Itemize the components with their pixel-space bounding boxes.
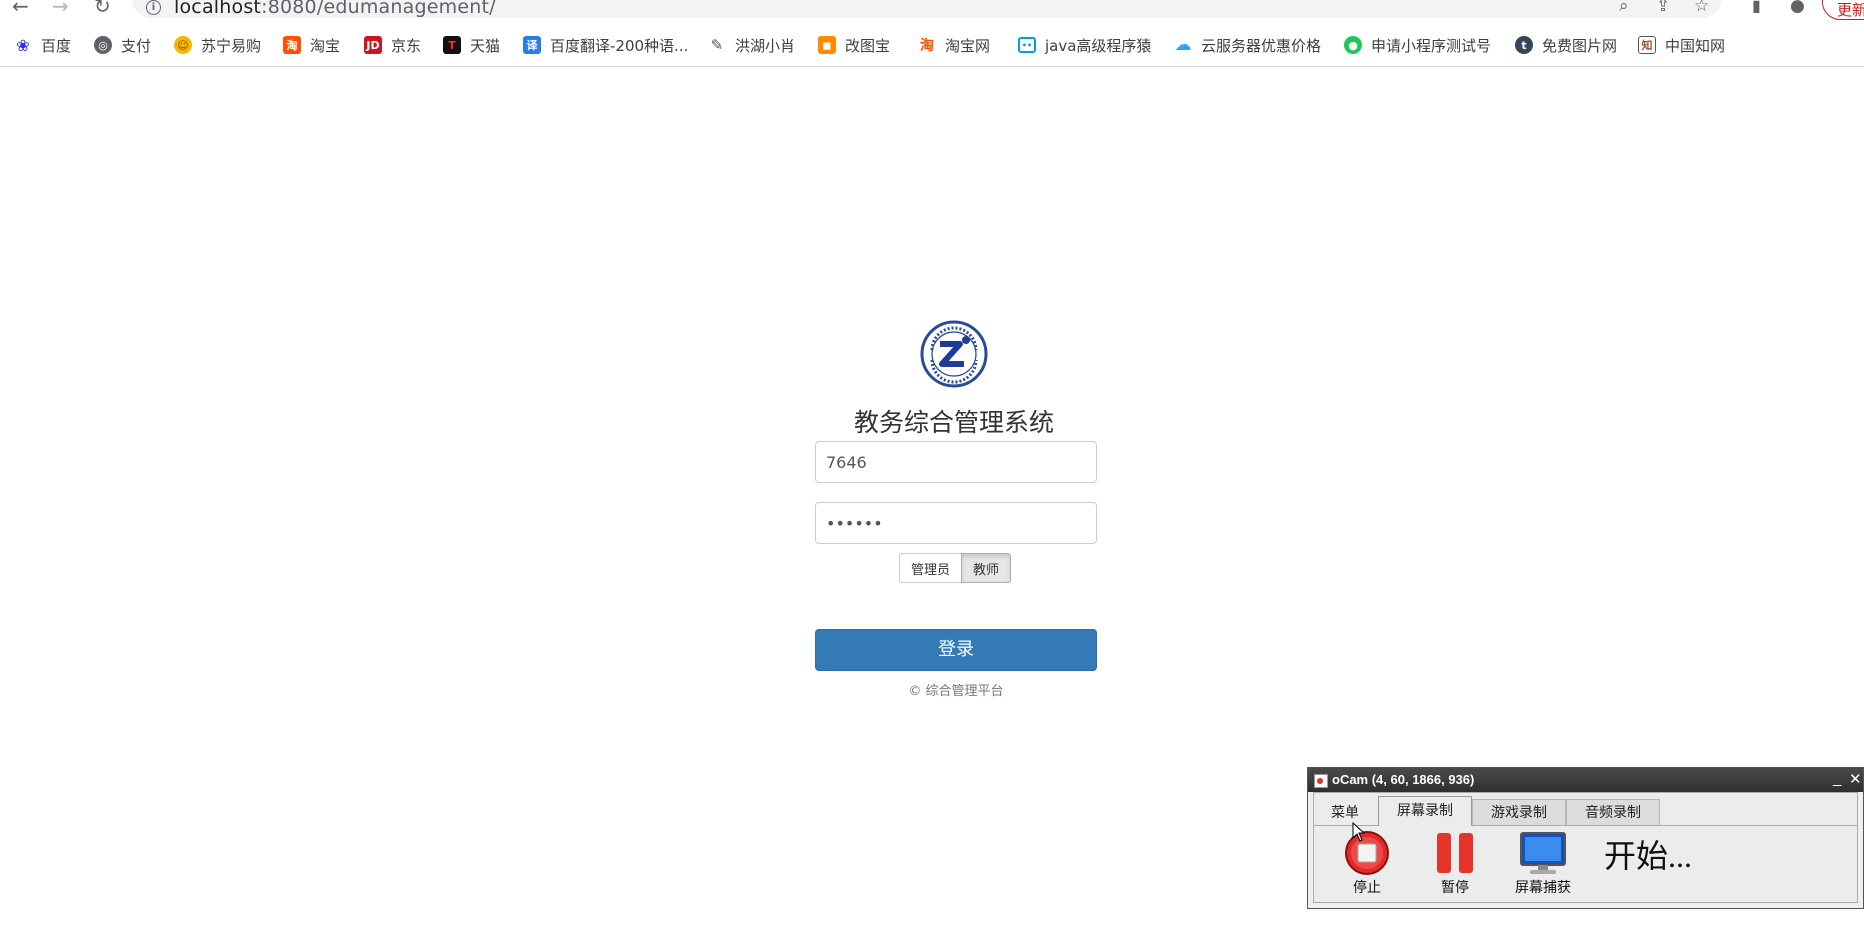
bookmark-item[interactable]: 淘 淘宝 bbox=[283, 34, 340, 56]
taobao-icon: 淘 bbox=[283, 36, 301, 54]
ocam-title-text: oCam (4, 60, 1866, 936) bbox=[1332, 772, 1475, 787]
share-icon[interactable]: ⇪ bbox=[1656, 0, 1670, 16]
stop-label: 停止 bbox=[1353, 880, 1381, 896]
bookmark-label: 支付 bbox=[121, 36, 152, 55]
paw-icon: ❀ bbox=[16, 35, 30, 55]
url-host: localhost bbox=[174, 0, 262, 18]
bilibili-icon: •• bbox=[1018, 37, 1036, 53]
password-input[interactable] bbox=[815, 502, 1097, 544]
screen-capture-label: 屏幕捕获 bbox=[1515, 880, 1571, 896]
stop-record-icon bbox=[1345, 831, 1389, 875]
recording-status: 开始... bbox=[1604, 838, 1693, 874]
stop-button[interactable]: 停止 bbox=[1330, 829, 1404, 897]
bookmark-label: 洪湖小肖 bbox=[735, 36, 796, 55]
back-arrow-icon[interactable]: ← bbox=[12, 0, 29, 18]
minimize-icon[interactable]: _ bbox=[1833, 770, 1841, 787]
bookmark-item[interactable]: 译 百度翻译-200种语... bbox=[523, 34, 688, 56]
bookmark-item[interactable]: JD 京东 bbox=[364, 34, 421, 56]
bookmark-item[interactable]: •• java高级程序猿 bbox=[1018, 34, 1151, 56]
bookmark-label: 淘宝网 bbox=[945, 36, 991, 55]
role-toggle-group: 管理员 教师 bbox=[899, 553, 1012, 583]
lion-icon: ☺ bbox=[174, 36, 192, 54]
reload-icon[interactable]: ↻ bbox=[94, 0, 111, 18]
ocam-app-icon bbox=[1314, 774, 1328, 788]
tumblr-icon: t bbox=[1515, 36, 1533, 54]
bookmark-item[interactable]: ◼ 改图宝 bbox=[818, 34, 890, 56]
update-button[interactable]: 更新 bbox=[1822, 0, 1864, 20]
bookmark-item[interactable]: ● 申请小程序测试号 bbox=[1344, 34, 1491, 56]
bookmark-item[interactable]: T 天猫 bbox=[443, 34, 500, 56]
pause-button[interactable]: 暂停 bbox=[1418, 829, 1492, 897]
bookmark-label: 天猫 bbox=[470, 36, 501, 55]
bookmark-label: 百度翻译-200种语... bbox=[550, 36, 689, 55]
bookmark-label: 免费图片网 bbox=[1542, 36, 1618, 55]
monitor-icon bbox=[1520, 832, 1566, 874]
pause-label: 暂停 bbox=[1441, 880, 1469, 896]
update-label: 更新 bbox=[1837, 1, 1864, 19]
role-admin-button[interactable]: 管理员 bbox=[899, 553, 963, 583]
address-bar[interactable]: i localhost:8080/edumanagement/ ⌕ ⇪ ☆ bbox=[132, 0, 1722, 18]
mouse-cursor-icon bbox=[1352, 822, 1366, 842]
ocam-tab-strip: 菜单 屏幕录制 游戏录制 音频录制 bbox=[1314, 793, 1857, 826]
site-info-icon[interactable]: i bbox=[146, 0, 161, 15]
bookmark-label: 中国知网 bbox=[1665, 36, 1726, 55]
cnki-icon: 知 bbox=[1638, 36, 1656, 54]
tab-game-record[interactable]: 游戏录制 bbox=[1472, 799, 1566, 825]
tab-screen-record[interactable]: 屏幕录制 bbox=[1378, 796, 1472, 826]
feather-icon: ✎ bbox=[710, 36, 724, 54]
copyright-text: © 综合管理平台 bbox=[908, 684, 1004, 699]
forward-arrow-icon[interactable]: → bbox=[52, 0, 69, 18]
bookmark-item[interactable]: t 免费图片网 bbox=[1515, 34, 1617, 56]
bookmark-item[interactable]: 知 中国知网 bbox=[1638, 34, 1725, 56]
address-url[interactable]: localhost:8080/edumanagement/ bbox=[174, 0, 496, 18]
ocam-window: oCam (4, 60, 1866, 936) _ ✕ 菜单 屏幕录制 游戏录制… bbox=[1307, 767, 1864, 909]
bookmark-label: 淘宝 bbox=[310, 36, 341, 55]
bookmark-item[interactable]: ☺ 苏宁易购 bbox=[174, 34, 261, 56]
gaitubao-icon: ◼ bbox=[818, 36, 836, 54]
browser-toolbar: ← → ↻ i localhost:8080/edumanagement/ ⌕ … bbox=[0, 0, 1864, 22]
tab-audio-record[interactable]: 音频录制 bbox=[1566, 799, 1660, 825]
bookmark-item[interactable]: ✎ 洪湖小肖 bbox=[708, 34, 795, 56]
globe-icon: ◎ bbox=[94, 36, 112, 54]
bookmark-label: 云服务器优惠价格 bbox=[1201, 36, 1322, 55]
bookmarks-bar: ❀ 百度 ◎ 支付 ☺ 苏宁易购 淘 淘宝 JD 京东 T 天猫 译 百度翻译-… bbox=[0, 22, 1864, 67]
system-title: 教务综合管理系统 bbox=[853, 408, 1054, 437]
ocam-title-bar[interactable]: oCam (4, 60, 1866, 936) _ ✕ bbox=[1308, 768, 1863, 792]
wechat-icon: ● bbox=[1344, 36, 1362, 54]
role-teacher-button[interactable]: 教师 bbox=[961, 553, 1012, 583]
profile-avatar-icon[interactable]: ● bbox=[1790, 0, 1805, 16]
bookmark-label: java高级程序猿 bbox=[1045, 36, 1152, 55]
cloud-icon: ☁ bbox=[1174, 35, 1192, 55]
pause-icon bbox=[1437, 833, 1473, 873]
bookmark-label: 百度 bbox=[41, 36, 72, 55]
side-panel-icon[interactable]: ▮ bbox=[1752, 0, 1761, 15]
bookmark-label: 京东 bbox=[391, 36, 422, 55]
login-button[interactable]: 登录 bbox=[815, 629, 1097, 671]
jd-icon: JD bbox=[364, 36, 382, 54]
tmall-icon: T bbox=[443, 36, 461, 54]
username-input[interactable] bbox=[815, 441, 1097, 483]
screen-capture-button[interactable]: 屏幕捕获 bbox=[1506, 829, 1580, 897]
bookmark-item[interactable]: ◎ 支付 bbox=[94, 34, 151, 56]
bookmark-item[interactable]: ❀ 百度 bbox=[14, 34, 71, 56]
school-logo bbox=[920, 320, 988, 388]
bookmark-label: 改图宝 bbox=[845, 36, 891, 55]
bookmark-label: 苏宁易购 bbox=[201, 36, 262, 55]
zoom-icon[interactable]: ⌕ bbox=[1619, 0, 1629, 16]
close-icon[interactable]: ✕ bbox=[1849, 770, 1862, 788]
bookmark-label: 申请小程序测试号 bbox=[1371, 36, 1492, 55]
bookmark-item[interactable]: 淘 淘宝网 bbox=[918, 34, 990, 56]
bookmark-item[interactable]: ☁ 云服务器优惠价格 bbox=[1174, 34, 1322, 56]
taobao-icon: 淘 bbox=[920, 38, 934, 54]
bookmark-star-icon[interactable]: ☆ bbox=[1694, 0, 1709, 16]
ocam-body: 菜单 屏幕录制 游戏录制 音频录制 停止 暂停 屏幕捕获 开始... bbox=[1313, 792, 1858, 903]
translate-icon: 译 bbox=[523, 36, 541, 54]
url-path: :8080/edumanagement/ bbox=[261, 0, 496, 18]
